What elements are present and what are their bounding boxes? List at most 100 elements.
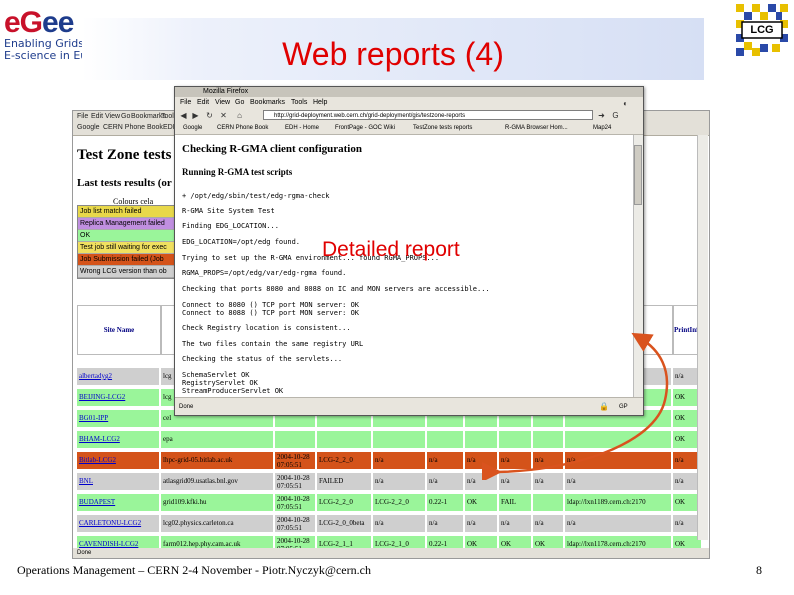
bg-menu-file[interactable]: File xyxy=(77,113,88,120)
bg-statusbar: Done xyxy=(73,548,709,558)
menu-tools[interactable]: Tools xyxy=(291,97,307,109)
bg-menu-view[interactable]: View xyxy=(105,113,120,120)
table-cell: n/a xyxy=(499,515,531,532)
table-row: BUDAPEST grid109.kfki.hu 2004-10-28 07:05:… xyxy=(77,493,705,512)
site-link[interactable]: BG01-IPP xyxy=(77,410,159,427)
bg-menu-go[interactable]: Go xyxy=(121,113,130,120)
table-cell: n/a xyxy=(373,515,425,532)
table-cell: LCG-2_2_0 xyxy=(373,494,425,511)
log-line: Checking that ports 8080 and 8088 on IC … xyxy=(182,285,490,293)
throbber-icon: ◐ xyxy=(623,99,628,108)
log-line: RGMA_PROPS=/opt/edg/var/edg-rgma found. xyxy=(182,269,347,277)
table-cell xyxy=(427,431,463,448)
menu-bar: File Edit View Go Bookmarks Tools Help ◐ xyxy=(175,97,643,109)
slide-title: Web reports (4) xyxy=(282,36,504,72)
go-arrow-icon[interactable]: ➜ xyxy=(597,111,606,120)
detailed-report-label: Detailed report xyxy=(322,238,460,261)
table-cell: 0.22-1 xyxy=(427,494,463,511)
table-cell: lhpc-grid-05.bitlab.ac.uk xyxy=(161,452,273,469)
table-cell: n/a xyxy=(427,473,463,490)
home-icon[interactable]: ⌂ xyxy=(235,111,244,120)
table-cell: 2004-10-28 07:05:51 xyxy=(275,515,315,532)
colour-legend: Job list match failed Replica Management … xyxy=(77,205,181,279)
table-cell xyxy=(533,494,563,511)
menu-bookmarks[interactable]: Bookmarks xyxy=(250,97,285,109)
annotation-arrow xyxy=(481,332,669,480)
table-cell: n/a xyxy=(565,515,671,532)
bookmark-map24[interactable]: Map24 xyxy=(593,122,611,134)
page-number: 8 xyxy=(756,563,762,577)
bookmark-rgma-browser[interactable]: R-GMA Browser Hom... xyxy=(505,122,568,134)
menu-file[interactable]: File xyxy=(180,97,191,109)
log-line: + /opt/edg/sbin/test/edg-rgma-check xyxy=(182,192,330,200)
legend-item: Wrong LCG version than ob xyxy=(78,266,180,278)
table-cell: 2004-10-28 07:05:51 xyxy=(275,494,315,511)
report-heading: Checking R-GMA client configuration xyxy=(182,143,362,155)
table-cell: epa xyxy=(161,431,273,448)
nav-toolbar: ◀ ▶ ↻ ✕ ⌂ http://grid-deployment.web.cer… xyxy=(175,109,643,122)
url-input[interactable]: http://grid-deployment.web.cern.ch/grid-… xyxy=(263,110,593,120)
site-link[interactable]: albertadyg2 xyxy=(77,368,159,385)
site-link[interactable]: BNL xyxy=(77,473,159,490)
site-link[interactable]: Bitlab-LCG2 xyxy=(77,452,159,469)
table-cell: ldap://lxn1189.cern.ch:2170 xyxy=(565,494,671,511)
table-cell xyxy=(317,431,371,448)
bookmark-testzone[interactable]: TestZone tests reports xyxy=(413,122,472,134)
menu-view[interactable]: View xyxy=(215,97,230,109)
bg-menu-edit[interactable]: Edit xyxy=(91,113,103,120)
log-line: Check Registry location is consistent... xyxy=(182,324,351,332)
bookmark-cern-phone-book[interactable]: CERN Phone Book xyxy=(217,122,268,134)
table-cell: grid109.kfki.hu xyxy=(161,494,273,511)
stop-icon[interactable]: ✕ xyxy=(219,111,228,120)
log-line: Finding EDG_LOCATION... xyxy=(182,222,279,230)
egee-logo-word-b: ee xyxy=(42,6,74,39)
table-cell: n/a xyxy=(373,452,425,469)
site-link[interactable]: BEIJING-LCG2 xyxy=(77,389,159,406)
table-cell: atlasgrid09.usatlas.bnl.gov xyxy=(161,473,273,490)
lcg-logo-text: LCG xyxy=(750,24,774,36)
table-cell: LCG-2_2_0 xyxy=(317,452,371,469)
table-cell: n/a xyxy=(427,515,463,532)
table-cell: FAILED xyxy=(317,473,371,490)
bookmark-google[interactable]: Google xyxy=(183,122,202,134)
table-cell: 2004-10-28 07:05:51 xyxy=(275,452,315,469)
log-line: R-GMA Site System Test xyxy=(182,207,275,215)
menu-go[interactable]: Go xyxy=(235,97,244,109)
site-link[interactable]: BUDAPEST xyxy=(77,494,159,511)
table-cell: LCG-2_2_0 xyxy=(317,494,371,511)
log-line: Connect to 8088 () TCP port MON server: … xyxy=(182,309,360,317)
table-cell: 2004-10-28 07:05:51 xyxy=(275,473,315,490)
legend-item: Replica Management failed xyxy=(78,218,180,230)
log-line: The two files contain the same registry … xyxy=(182,340,364,348)
legend-item: Job Submission failed (Job xyxy=(78,254,180,266)
table-cell: n/a xyxy=(373,473,425,490)
site-link[interactable]: BHAM-LCG2 xyxy=(77,431,159,448)
window-title: Mozilla Firefox xyxy=(175,87,643,97)
header-site-name: Site Name xyxy=(77,305,161,355)
bg-scrollbar[interactable] xyxy=(697,135,708,540)
table-cell: n/a xyxy=(427,452,463,469)
log-line: EDG_LOCATION=/opt/edg found. xyxy=(182,238,301,246)
footer-text: Operations Management – CERN 2-4 Novembe… xyxy=(17,563,371,577)
log-line: Checking the status of the servlets... xyxy=(182,355,343,363)
search-icon[interactable]: G xyxy=(611,111,620,120)
egee-tagline-2: E-science in Euro xyxy=(4,49,99,62)
forward-icon[interactable]: ▶ xyxy=(191,111,200,120)
table-cell: n/a xyxy=(465,515,497,532)
report-scrollbar-thumb[interactable] xyxy=(634,145,642,205)
bg-bookmark-google[interactable]: Google xyxy=(77,124,100,131)
bookmark-edh-home[interactable]: EDH - Home xyxy=(285,122,319,134)
reload-icon[interactable]: ↻ xyxy=(205,111,214,120)
menu-edit[interactable]: Edit xyxy=(197,97,209,109)
site-link[interactable]: CARLETONU-LCG2 xyxy=(77,515,159,532)
table-cell xyxy=(275,431,315,448)
back-icon[interactable]: ◀ xyxy=(179,111,188,120)
bookmarks-toolbar: Google CERN Phone Book EDH - Home FrontP… xyxy=(175,122,643,135)
bookmark-goc-wiki[interactable]: FrontPage - GOC Wiki xyxy=(335,122,395,134)
legend-item: OK xyxy=(78,230,180,242)
bg-bookmark-cern[interactable]: CERN Phone Book xyxy=(103,124,163,131)
egee-logo-word-a: eG xyxy=(4,6,43,39)
menu-help[interactable]: Help xyxy=(313,97,327,109)
bg-bookmark-edi[interactable]: EDI xyxy=(163,124,175,131)
testzone-title: Test Zone tests xyxy=(77,147,172,163)
